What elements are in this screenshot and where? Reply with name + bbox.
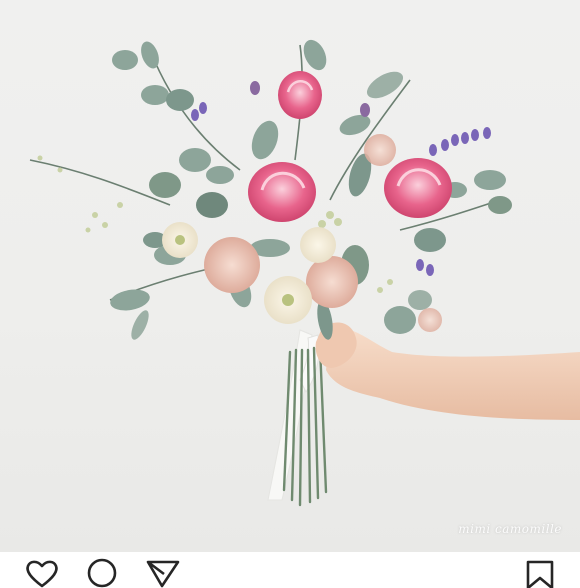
bookmark-icon[interactable] <box>520 558 560 588</box>
comment-icon[interactable] <box>82 558 122 588</box>
bouquet-illustration <box>29 39 580 507</box>
post-image[interactable]: mimi camomille <box>0 0 580 552</box>
watermark-text: mimi camomille <box>458 522 562 536</box>
heart-icon[interactable] <box>22 558 62 588</box>
post-action-bar <box>0 552 580 588</box>
send-icon[interactable] <box>142 558 182 588</box>
